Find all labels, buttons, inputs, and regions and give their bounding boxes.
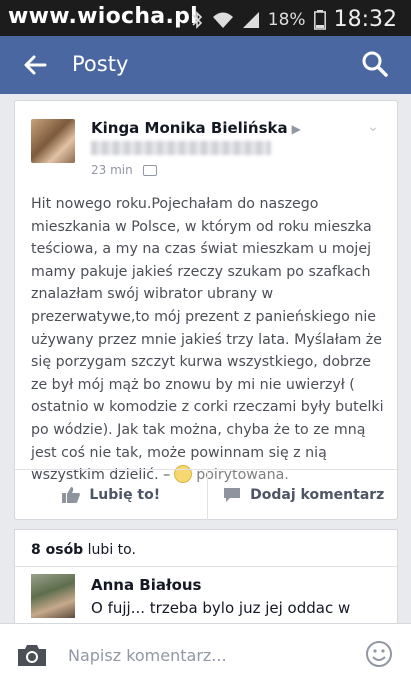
audience-icon <box>142 164 157 176</box>
page-title: Posty <box>72 52 129 76</box>
chevron-down-icon[interactable]: ⌄ <box>367 119 379 135</box>
comment-button[interactable]: Dodaj komentarz <box>206 470 400 520</box>
post-author[interactable]: Kinga Monika Bielińska ▶ <box>91 119 301 137</box>
back-arrow-icon[interactable] <box>20 50 50 80</box>
watermark: www.wiocha.pl <box>8 4 198 29</box>
comment-label: Dodaj komentarz <box>250 487 385 503</box>
battery-percent: 18% <box>267 9 306 30</box>
like-label: Lubię to! <box>89 487 161 503</box>
status-icons: 18% 18:32 <box>190 7 397 32</box>
blurred-recipient <box>91 141 271 155</box>
arrow-right-icon: ▶ <box>291 122 301 136</box>
likes-count: 8 osób <box>31 542 84 558</box>
emoji-icon[interactable] <box>365 640 393 668</box>
post-body: Hit nowego roku.Pojechałam do naszego mi… <box>31 193 389 487</box>
comment-text: O fujj... trzeba bylo juz jej oddac w <box>91 599 351 617</box>
battery-icon <box>313 9 326 30</box>
commenter-avatar[interactable] <box>31 574 75 618</box>
commenter-name[interactable]: Anna Białous <box>91 576 202 594</box>
likes-suffix: lubi to. <box>83 542 136 558</box>
thumbs-up-icon <box>62 487 81 503</box>
post-text: Hit nowego roku.Pojechałam do naszego mi… <box>31 196 384 484</box>
post-timestamp[interactable]: 23 min <box>91 163 133 177</box>
author-avatar[interactable] <box>31 119 75 163</box>
camera-icon[interactable] <box>16 642 48 668</box>
app-bar: Posty <box>0 36 411 94</box>
author-name[interactable]: Kinga Monika Bielińska <box>91 119 288 137</box>
post-card: Kinga Monika Bielińska ▶ 23 min ⌄ Hit now… <box>14 100 399 520</box>
likes-summary[interactable]: 8 osób lubi to. <box>31 542 136 558</box>
bluetooth-icon <box>192 10 202 29</box>
comment-composer <box>0 623 411 685</box>
post-actions: Lubię to! Dodaj komentarz <box>15 469 399 520</box>
comments-section: 8 osób lubi to. Anna Białous O fujj... t… <box>14 529 398 623</box>
signal-icon <box>242 11 259 28</box>
post-meta: 23 min <box>91 163 157 177</box>
clock: 18:32 <box>333 7 397 32</box>
comment-bubble-icon <box>224 488 241 502</box>
wifi-icon <box>212 12 233 28</box>
like-button[interactable]: Lubię to! <box>15 470 207 520</box>
search-icon[interactable] <box>361 50 389 78</box>
status-bar: www.wiocha.pl 18% 18:32 <box>0 0 411 36</box>
divider <box>15 566 397 567</box>
comment-input[interactable] <box>68 642 338 668</box>
